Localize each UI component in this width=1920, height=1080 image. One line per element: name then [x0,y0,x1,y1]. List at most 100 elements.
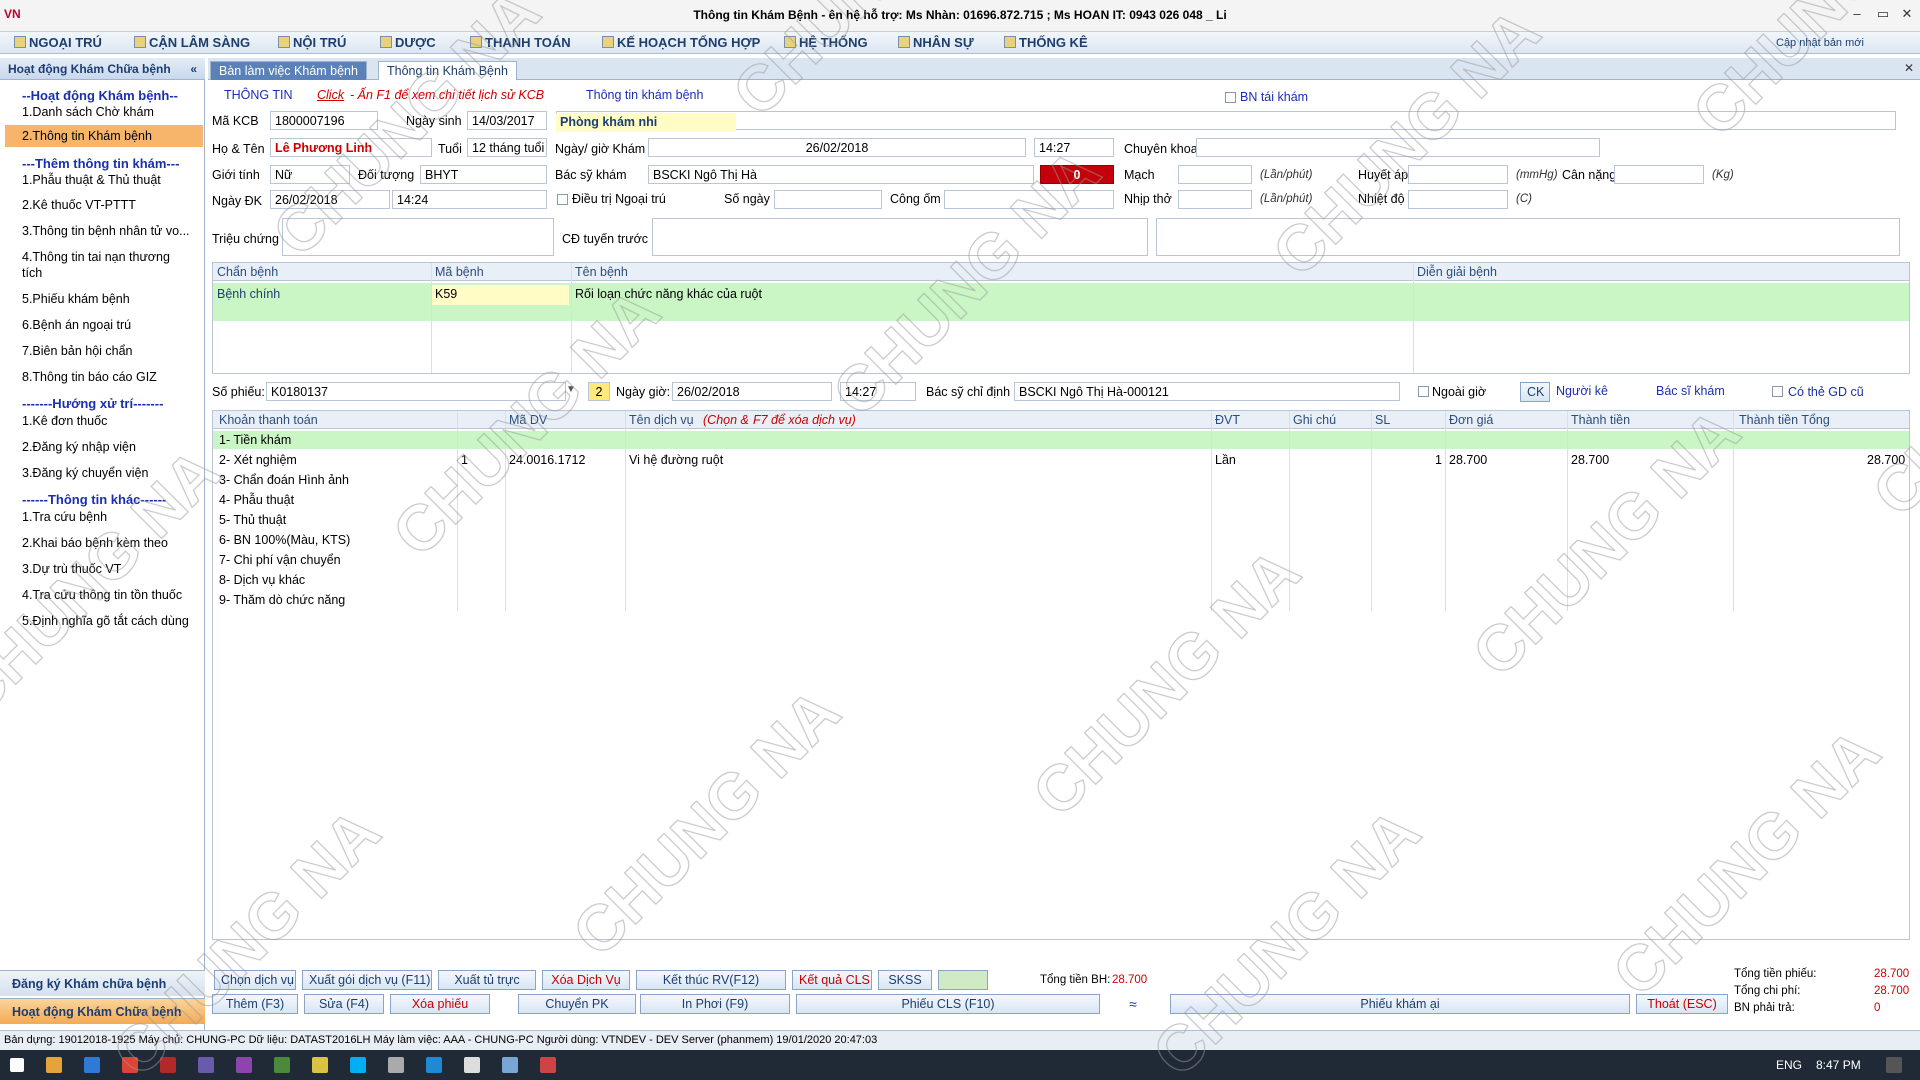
chuyen-khoa-select[interactable] [1196,138,1600,157]
sidebar-item[interactable]: 3.Dự trù thuốc VT [22,562,121,576]
phieu-kham-button[interactable]: Phiếu khám ại [1170,994,1630,1014]
ngay-phieu-field[interactable]: 26/02/2018 [672,382,832,401]
thoat-button[interactable]: Thoát (ESC) [1636,994,1728,1014]
xuat-tu-truc-button[interactable]: Xuất tủ trực [438,970,536,990]
sidebar-item[interactable]: 7.Biên bản hội chẩn [22,344,133,358]
visual-studio-icon[interactable] [236,1057,252,1073]
gio-phieu-field[interactable]: 14:27 [840,382,916,401]
sidebar-item-danh-sach[interactable]: 1.Danh sách Chờ khám [22,105,154,119]
menu-nhan-su[interactable]: NHÂN SỰ [898,35,974,50]
bs-kham-label[interactable]: Bác sĩ khám [1656,384,1725,398]
sidebar-item[interactable]: 3.Đăng ký chuyển viện [22,466,148,480]
notes-field[interactable] [1156,218,1900,256]
phieu-cls-button[interactable]: Phiếu CLS (F10) [796,994,1100,1014]
app-icon[interactable] [388,1057,404,1073]
dieu-tri-checkbox[interactable] [557,194,568,205]
ket-qua-cls-button[interactable]: Kết quả CLS [792,970,872,990]
sidebar-item[interactable]: 5.Phiếu khám bệnh [22,292,130,306]
chon-dich-vu-button[interactable]: Chọn dịch vụ [214,970,296,990]
nhiet-do-field[interactable] [1408,190,1508,209]
sidebar-item[interactable]: 3.Thông tin bệnh nhân tử vo... [22,224,190,238]
language-indicator[interactable]: ENG [1776,1058,1802,1072]
menu-thanh-toan[interactable]: THANH TOÁN [470,35,571,50]
so-ngay-field[interactable] [774,190,882,209]
sidebar-item[interactable]: tích [22,266,42,280]
sidebar-item[interactable]: 4.Tra cứu thông tin tồn thuốc [22,588,182,602]
trieu-chung-field[interactable] [282,218,554,256]
app-icon[interactable] [274,1057,290,1073]
sidebar-item[interactable]: 1.Tra cứu bệnh [22,510,107,524]
chrome-icon[interactable] [122,1057,138,1073]
ma-kcb-field[interactable]: 1800007196 [270,111,378,130]
mach-field[interactable] [1178,165,1252,184]
app-icon[interactable] [160,1057,176,1073]
app-icon[interactable] [464,1057,480,1073]
sidebar-bottom-hoat-dong[interactable]: Hoạt động Khám Chữa bệnh [0,998,205,1024]
skype-icon[interactable] [350,1057,366,1073]
huyet-ap-field[interactable] [1408,165,1508,184]
bs-chi-dinh-field[interactable]: BSCKI Ngô Thị Hà-000121 [1014,382,1400,401]
click-link[interactable]: Click [317,88,344,102]
tab-ban-lam-viec[interactable]: Bàn làm việc Khám bệnh [210,61,367,80]
doi-tuong-field[interactable]: BHYT [420,165,547,184]
vscode-icon[interactable] [426,1057,442,1073]
table-row[interactable]: 1- Tiền khám [213,431,1909,449]
dropdown-icon[interactable]: ▼ [566,384,576,395]
so-phieu-field[interactable]: K0180137 [266,382,566,401]
menu-noi-tru[interactable]: NỘI TRÚ [278,35,346,50]
sidebar-item[interactable]: 1.Phẫu thuật & Thủ thuật [22,173,161,187]
update-link[interactable]: Cập nhật bản mới [1776,37,1864,49]
menu-can-lam-sang[interactable]: CẬN LÂM SÀNG [134,35,250,50]
menu-he-thong[interactable]: HỆ THỐNG [784,35,868,50]
gioi-tinh-field[interactable]: Nữ [270,165,350,184]
cd-tuyen-truoc-field[interactable] [652,218,1148,256]
sidebar-item[interactable]: 2.Khai báo bệnh kèm theo [22,536,168,550]
bn-tai-kham-checkbox[interactable] [1225,92,1236,103]
xoa-phieu-button[interactable]: Xóa phiếu [390,994,490,1014]
sidebar-item[interactable]: 5.Định nghĩa gõ tắt cách dùng [22,614,189,628]
bac-si-select[interactable]: BSCKI Ngô Thị Hà [648,165,1034,184]
cong-om-field[interactable] [944,190,1114,209]
table-row[interactable]: 6- BN 100%(Màu, KTS) [213,531,1909,549]
minimize-button[interactable]: – [1846,6,1868,21]
table-row[interactable]: 3- Chẩn đoán Hình ảnh [213,471,1909,489]
explorer-icon[interactable] [46,1057,62,1073]
sidebar-item[interactable]: 2.Kê thuốc VT-PTTT [22,198,136,212]
gio-kham-field[interactable]: 14:27 [1034,138,1114,157]
app-icon[interactable] [502,1057,518,1073]
ck-button[interactable]: CK [1520,382,1550,402]
xoa-dich-vu-button[interactable]: Xóa Dịch Vụ [542,970,630,990]
table-row[interactable]: 7- Chi phí vận chuyển [213,551,1909,569]
sidebar-item[interactable]: 6.Bệnh án ngoại trú [22,318,131,332]
diagnosis-row[interactable]: Bệnh chính K59 Rối loạn chức năng khác c… [213,283,1909,321]
maximize-button[interactable]: ▭ [1872,6,1894,22]
close-tab-icon[interactable]: ✕ [1904,61,1914,75]
app-icon[interactable] [312,1057,328,1073]
sidebar-item-thong-tin-kham[interactable]: 2.Thông tin Khám bệnh [22,129,152,143]
ngay-sinh-field[interactable]: 14/03/2017 [467,111,547,130]
menu-thong-ke[interactable]: THỐNG KÊ [1004,35,1088,50]
menu-ke-hoach[interactable]: KẾ HOẠCH TỔNG HỢP [602,35,760,50]
tab-thong-tin-kham[interactable]: Thông tin Khám Bệnh [378,61,517,80]
table-row[interactable]: 5- Thủ thuật [213,511,1909,529]
clock[interactable]: 8:47 PM [1816,1058,1861,1072]
collapse-icon[interactable]: « [190,62,197,76]
app-icon[interactable] [198,1057,214,1073]
can-nang-field[interactable] [1614,165,1704,184]
ket-thuc-rv-button[interactable]: Kết thúc RV(F12) [636,970,786,990]
ngay-kham-field[interactable]: 26/02/2018 [648,138,1026,157]
app-icon[interactable] [540,1057,556,1073]
in-phoi-button[interactable]: In Phơi (F9) [640,994,790,1014]
xuat-goi-button[interactable]: Xuất gói dịch vụ (F11) [302,970,432,990]
co-the-gd-checkbox[interactable] [1772,386,1783,397]
menu-ngoai-tru[interactable]: NGOẠI TRÚ [14,35,102,50]
windows-start-icon[interactable] [10,1058,24,1072]
sidebar-item[interactable]: 8.Thông tin báo cáo GIZ [22,370,157,384]
notification-icon[interactable] [1886,1057,1902,1073]
table-row[interactable]: 4- Phẫu thuật [213,491,1909,509]
table-row[interactable]: 2- Xét nghiệm 1 24.0016.1712 Vi hệ đường… [213,451,1909,469]
ie-icon[interactable] [84,1057,100,1073]
table-row[interactable]: 9- Thăm dò chức năng [213,591,1909,609]
ngoai-gio-checkbox[interactable] [1418,386,1429,397]
table-row[interactable]: 8- Dịch vụ khác [213,571,1909,589]
